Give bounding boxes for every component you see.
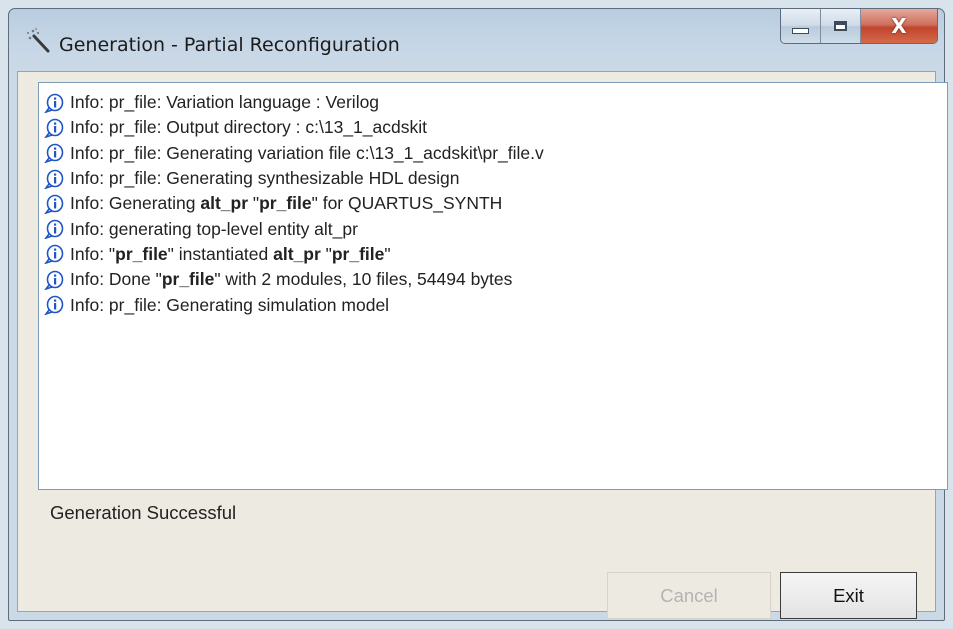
message-log[interactable]: Info: pr_file: Variation language : Veri…: [38, 82, 948, 490]
maximize-button[interactable]: [821, 9, 861, 43]
title-bar[interactable]: Generation - Partial Reconfiguration X: [9, 9, 944, 71]
exit-button[interactable]: Exit: [780, 572, 917, 619]
log-text: Info: pr_file: Generating variation file…: [70, 142, 544, 163]
log-line-text: Info: pr_file: Generating simulation mod…: [70, 295, 389, 316]
log-line: Info: pr_file: Generating simulation mod…: [44, 292, 947, 317]
info-icon: [44, 270, 64, 290]
close-button[interactable]: X: [861, 9, 937, 43]
dialog-content: Info: pr_file: Variation language : Veri…: [17, 71, 948, 619]
log-line-text: Info: pr_file: Output directory : c:\13_…: [70, 117, 427, 138]
log-line: Info: pr_file: Variation language : Veri…: [44, 90, 947, 115]
log-line: Info: generating top-level entity alt_pr: [44, 216, 947, 241]
log-text: ": [320, 243, 332, 264]
info-icon: [44, 245, 64, 265]
log-text: Info: generating top-level entity alt_pr: [70, 218, 358, 239]
log-line-text: Info: pr_file: Generating synthesizable …: [70, 168, 459, 189]
status-text: Generation Successful: [50, 502, 237, 523]
log-line: Info: Generating alt_pr "pr_file" for QU…: [44, 191, 947, 216]
log-text: " instantiated: [167, 243, 274, 264]
log-line-text: Info: Generating alt_pr "pr_file" for QU…: [70, 193, 502, 214]
minimize-icon: [792, 28, 809, 34]
info-icon: [44, 118, 64, 138]
info-icon: [44, 295, 64, 316]
log-line: Info: Done "pr_file" with 2 modules, 10 …: [44, 267, 947, 292]
log-line-text: Info: generating top-level entity alt_pr: [70, 219, 358, 240]
log-text: ": [248, 193, 260, 214]
log-text: Info: pr_file: Output directory : c:\13_…: [70, 117, 427, 138]
log-line: Info: pr_file: Generating variation file…: [44, 141, 947, 166]
info-icon: [44, 143, 64, 164]
magic-wand-icon: [27, 28, 50, 53]
log-line-text: Info: Done "pr_file" with 2 modules, 10 …: [70, 269, 512, 290]
close-icon: X: [891, 14, 907, 38]
log-text: ": [384, 243, 391, 264]
log-text: Info: Generating: [70, 193, 201, 214]
info-icon: [44, 219, 64, 240]
window-title: Generation - Partial Reconfiguration: [59, 34, 400, 56]
log-text: Info: pr_file: Variation language : Veri…: [70, 92, 380, 113]
log-text: Info: pr_file: Generating simulation mod…: [70, 294, 390, 315]
log-emphasis: alt_pr: [273, 243, 321, 264]
caption-buttons: X: [780, 9, 938, 44]
log-text: Info: ": [70, 243, 116, 264]
log-line-text: Info: "pr_file" instantiated alt_pr "pr_…: [70, 244, 391, 265]
log-line: Info: "pr_file" instantiated alt_pr "pr_…: [44, 242, 947, 267]
maximize-icon: [834, 21, 847, 31]
log-text: " for QUARTUS_SYNTH: [311, 193, 503, 214]
info-icon: [44, 93, 64, 113]
log-emphasis: pr_file: [161, 269, 215, 290]
minimize-button[interactable]: [781, 9, 821, 43]
log-emphasis: pr_file: [259, 193, 312, 214]
log-emphasis: pr_file: [115, 243, 168, 264]
log-text: " with 2 modules, 10 files, 54494 bytes: [214, 269, 513, 290]
log-line-text: Info: pr_file: Variation language : Veri…: [70, 92, 379, 113]
dialog-window: Generation - Partial Reconfiguration X I…: [8, 8, 948, 621]
log-line: Info: pr_file: Output directory : c:\13_…: [44, 115, 947, 140]
log-line-text: Info: pr_file: Generating variation file…: [70, 143, 544, 164]
cancel-button[interactable]: Cancel: [607, 572, 771, 619]
log-line: Info: pr_file: Generating synthesizable …: [44, 166, 947, 191]
log-text: Info: Done ": [70, 269, 162, 290]
log-text: Info: pr_file: Generating synthesizable …: [70, 168, 460, 189]
info-icon: [44, 169, 64, 189]
log-emphasis: pr_file: [331, 243, 385, 264]
log-emphasis: alt_pr: [200, 193, 249, 214]
info-icon: [44, 194, 64, 214]
